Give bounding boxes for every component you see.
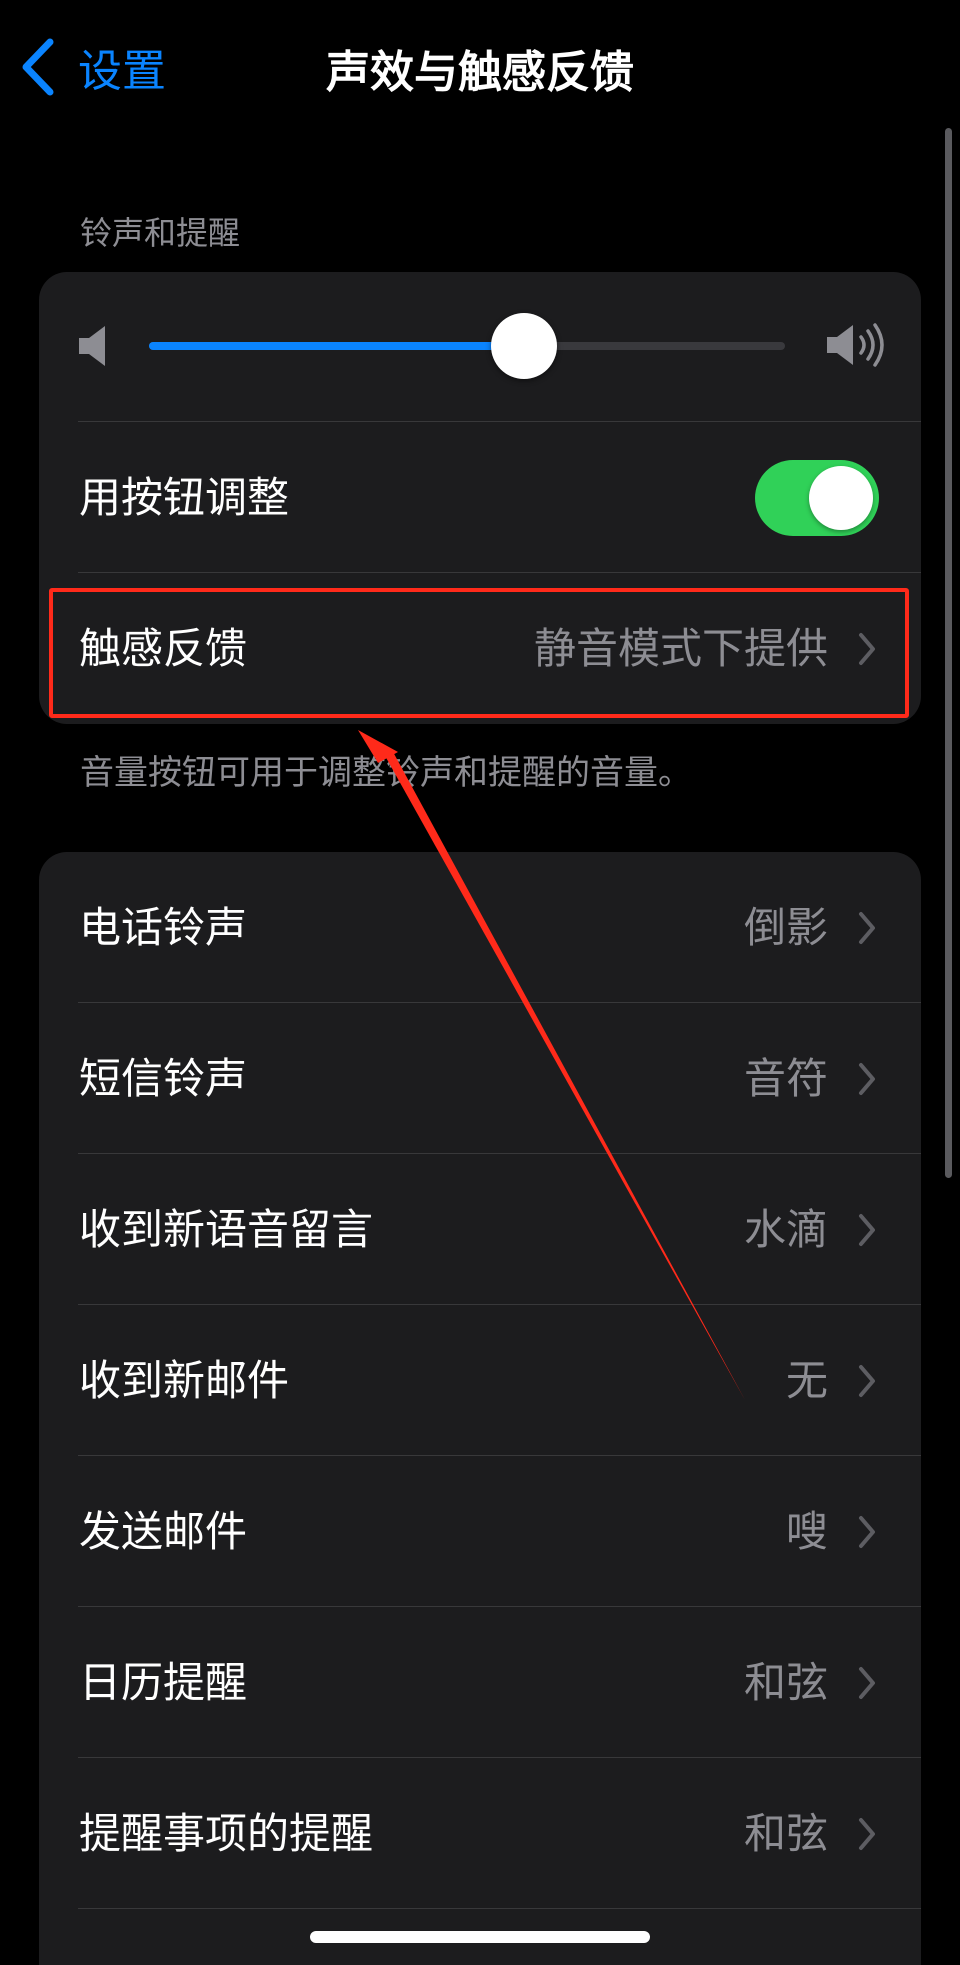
sound-setting-row[interactable]: 收到新语音留言 水滴 [39,1154,921,1305]
haptics-row[interactable]: 触感反馈 静音模式下提供 [39,573,921,724]
sound-setting-label: 电话铃声 [79,903,248,952]
sound-setting-label: 发送邮件 [79,1507,248,1556]
section-footer-note: 音量按钮可用于调整铃声和提醒的音量。 [80,753,692,793]
row-separator [78,1908,921,1909]
chevron-right-icon [859,1365,875,1397]
sound-setting-value: 嗖 [785,1507,828,1556]
volume-slider[interactable] [149,313,785,379]
speaker-high-icon [827,323,884,367]
scrollbar[interactable] [945,128,952,1178]
chevron-right-icon [859,912,875,944]
haptics-value: 静音模式下提供 [533,624,828,673]
adjust-with-buttons-label: 用按钮调整 [79,473,290,522]
sounds-card: 电话铃声 倒影 短信铃声 音符 收到新语音留言 水滴 收到新邮件无发送邮件嗖日历提醒 和弦 提醒… [39,852,921,1965]
sound-setting-label: 短信铃声 [79,1054,248,1103]
volume-slider-row [39,272,921,422]
section-header-ringtones: 铃声和提醒 [80,214,241,252]
sound-setting-value: 水滴 [743,1205,828,1254]
chevron-right-icon [859,1516,875,1548]
speaker-low-icon [79,326,105,366]
chevron-right-icon [859,1063,875,1095]
sound-setting-row[interactable]: 日历提醒 和弦 [39,1607,921,1758]
chevron-right-icon [859,633,875,665]
sound-setting-value: 和弦 [743,1658,828,1707]
sound-setting-label: 提醒事项的提醒 [79,1809,374,1858]
haptics-label: 触感反馈 [79,624,248,673]
chevron-right-icon [859,1667,875,1699]
sound-setting-value: 音符 [743,1054,828,1103]
sound-setting-value: 无 [785,1356,828,1405]
toggle-thumb [809,466,873,530]
chevron-right-icon [859,1214,875,1246]
sound-setting-row[interactable]: 发送邮件 嗖 [39,1456,921,1607]
ringtone-alerts-card: 用按钮调整 触感反馈 静音模式下提供 [39,272,921,724]
sound-setting-row[interactable]: 电话铃声 倒影 [39,852,921,1003]
chevron-right-icon [859,1818,875,1850]
adjust-with-buttons-toggle[interactable] [755,460,879,536]
navigation-bar: 设置 声效与触感反馈 [0,0,960,134]
sound-setting-value: 和弦 [743,1809,828,1858]
volume-slider-fill [149,342,525,350]
sound-setting-row[interactable]: 收到新邮件 无 [39,1305,921,1456]
home-indicator[interactable] [310,1931,650,1943]
sound-setting-value: 倒影 [743,903,828,952]
sound-setting-label: 收到新邮件 [79,1356,290,1405]
sound-setting-label: 日历提醒 [79,1658,248,1707]
sound-setting-row[interactable]: 提醒事项的提醒 和弦 [39,1758,921,1909]
sound-setting-row[interactable]: 短信铃声 音符 [39,1003,921,1154]
sound-setting-label: 收到新语音留言 [79,1205,374,1254]
volume-slider-knob[interactable] [491,313,558,379]
page-title: 声效与触感反馈 [326,47,634,98]
adjust-with-buttons-row: 用按钮调整 [39,422,921,573]
